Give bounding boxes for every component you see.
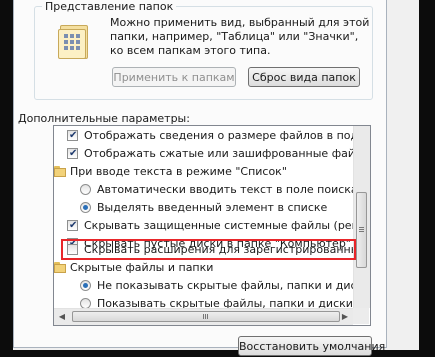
folder-icon bbox=[54, 166, 67, 177]
scroll-right-arrow-icon[interactable]: ▶ bbox=[337, 309, 353, 325]
list-item-label: Отображать сжатые или зашифрованные файл… bbox=[84, 147, 371, 160]
checkbox[interactable] bbox=[67, 145, 78, 163]
scroll-left-arrow-icon[interactable]: ◀ bbox=[54, 309, 70, 325]
checkbox[interactable] bbox=[67, 217, 78, 235]
folder-icon bbox=[54, 262, 67, 273]
list-item-label: Не показывать скрытые файлы, папки и дис… bbox=[97, 279, 371, 292]
radio-button[interactable] bbox=[80, 184, 91, 195]
vertical-scrollbar[interactable] bbox=[353, 126, 370, 308]
folder-view-icon bbox=[58, 25, 88, 59]
group-label: Скрытые файлы и папки bbox=[70, 261, 214, 274]
horizontal-scrollbar[interactable]: ◀ ▶ bbox=[54, 308, 353, 325]
apply-to-folders-button[interactable]: Применить к папкам bbox=[112, 67, 236, 87]
restore-defaults-button[interactable]: Восстановить умолчания bbox=[238, 336, 385, 356]
reset-folders-button[interactable]: Сброс вида папок bbox=[248, 67, 360, 87]
list-item-label: Автоматически вводить текст в поле поиск… bbox=[97, 183, 358, 196]
description-line: ко всем папкам этого типа. bbox=[110, 44, 271, 57]
list-item-label: Отображать сведения о размере файлов в п… bbox=[84, 129, 371, 142]
scroll-corner bbox=[353, 308, 369, 324]
advanced-settings-label: Дополнительные параметры: bbox=[18, 112, 190, 125]
folder-views-description: Можно применить вид, выбранный для этой … bbox=[110, 16, 369, 58]
list-item-label: Выделять введенный элемент в списке bbox=[97, 201, 328, 214]
advanced-settings-list[interactable]: Отображать сведения о размере файлов в п… bbox=[53, 125, 371, 326]
list-item-label: Скрывать защищенные системные файлы (рек… bbox=[84, 219, 371, 232]
folder-views-title: Представление папок bbox=[42, 0, 177, 13]
highlight-annotation bbox=[61, 239, 356, 260]
radio-button[interactable] bbox=[80, 280, 91, 291]
vertical-scroll-thumb[interactable] bbox=[356, 192, 367, 268]
checkbox[interactable] bbox=[67, 127, 78, 145]
horizontal-scroll-thumb[interactable] bbox=[72, 311, 340, 322]
radio-button[interactable] bbox=[80, 202, 91, 213]
description-line: Можно применить вид, выбранный для этой bbox=[110, 16, 370, 29]
group-label: При вводе текста в режиме "Список" bbox=[70, 165, 287, 178]
description-line: папки, например, "Таблица" или "Значки", bbox=[110, 30, 359, 43]
